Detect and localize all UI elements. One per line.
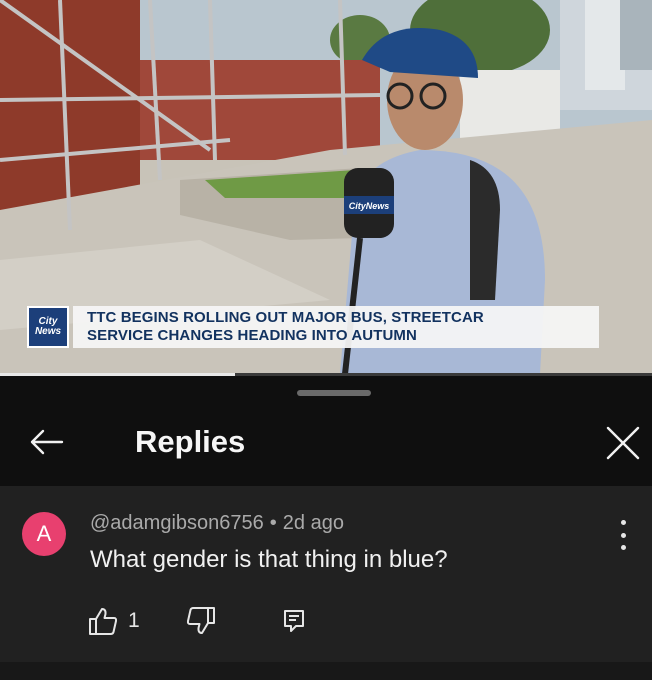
- drag-handle[interactable]: [297, 390, 371, 396]
- like-count: 1: [128, 609, 140, 632]
- thumbs-down-icon: [186, 607, 215, 634]
- comment-text: What gender is that thing in blue?: [90, 546, 448, 573]
- more-options-button[interactable]: [610, 520, 636, 550]
- back-button[interactable]: [22, 422, 70, 462]
- citynews-logo: City News: [27, 306, 69, 348]
- like-button[interactable]: 1: [88, 607, 140, 635]
- reply-icon: [283, 610, 304, 632]
- comment-author[interactable]: @adamgibson6756: [90, 512, 264, 534]
- avatar-letter: A: [36, 521, 52, 546]
- headline-box: TTC BEGINS ROLLING OUT MAJOR BUS, STREET…: [73, 306, 599, 348]
- comment-time: 2d ago: [282, 512, 344, 534]
- meta-separator: •: [269, 512, 277, 534]
- bottom-bar: [0, 662, 652, 680]
- headline-line2: SERVICE CHANGES HEADING INTO AUTUMN: [87, 327, 417, 344]
- dislike-button[interactable]: [186, 607, 216, 635]
- avatar[interactable]: A: [22, 512, 66, 556]
- video-frame[interactable]: CityNews City News TTC BEGINS ROLLING OU…: [0, 0, 652, 374]
- close-button[interactable]: [600, 420, 646, 466]
- close-icon: [606, 426, 640, 460]
- mic-flag-label: CityNews: [349, 201, 390, 211]
- more-vert-icon: [620, 520, 626, 525]
- news-lower-third: City News TTC BEGINS ROLLING OUT MAJOR B…: [27, 304, 599, 350]
- comment-item: A @adamgibson6756 • 2d ago What gender is …: [0, 486, 652, 662]
- headline-line1: TTC BEGINS ROLLING OUT MAJOR BUS, STREET…: [87, 309, 484, 326]
- sheet-title: Replies: [135, 424, 246, 459]
- replies-sheet-header: Replies: [0, 376, 652, 486]
- reply-button[interactable]: [282, 608, 306, 634]
- logo-line2: News: [34, 326, 62, 337]
- comment-actions: 1: [88, 604, 306, 638]
- thumbs-up-icon: [89, 608, 118, 635]
- arrow-left-icon: [30, 429, 64, 455]
- comment-meta: @adamgibson6756 • 2d ago: [90, 512, 344, 535]
